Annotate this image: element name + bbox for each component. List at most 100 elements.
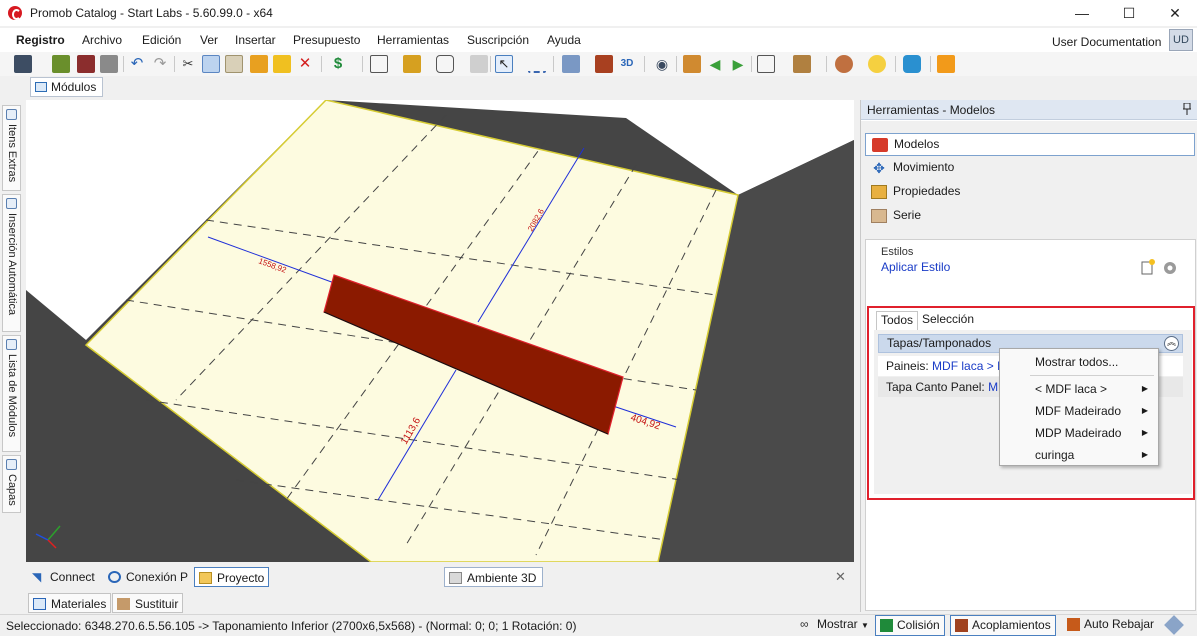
- chat-icon[interactable]: [903, 55, 921, 73]
- menu-item-label: < MDF laca >: [1035, 382, 1108, 396]
- menu-ver[interactable]: Ver: [200, 33, 218, 47]
- menu-item-mdp-madeirado[interactable]: MDP Madeirado ▶: [1000, 422, 1158, 444]
- light-icon[interactable]: [868, 55, 886, 73]
- tab-ambiente-3d-label: Ambiente 3D: [467, 571, 537, 585]
- auto-rebajar-toggle[interactable]: Auto Rebajar: [1063, 615, 1154, 636]
- acoplamientos-label: Acoplamientos: [972, 618, 1051, 632]
- menu-suscripcion[interactable]: Suscripción: [467, 33, 529, 47]
- window-title: Promob Catalog - Start Labs - 5.60.99.0 …: [30, 6, 273, 20]
- acoplamientos-toggle[interactable]: Acoplamientos: [950, 615, 1056, 636]
- chevron-up-icon[interactable]: ︽: [1164, 336, 1179, 351]
- maximize-button[interactable]: ☐: [1106, 0, 1152, 26]
- layout-icon[interactable]: [370, 55, 388, 73]
- group-icon[interactable]: [403, 55, 421, 73]
- globe-icon: [108, 571, 121, 583]
- tab-conexion-p[interactable]: Conexión P: [104, 567, 188, 587]
- shape-icon[interactable]: [436, 55, 454, 73]
- hammer-icon[interactable]: [250, 55, 268, 73]
- redo-icon[interactable]: ↷: [151, 55, 169, 73]
- arrow-right-icon[interactable]: ▶: [729, 55, 747, 73]
- tab-proyecto[interactable]: Proyecto: [194, 567, 270, 587]
- tab-conexion-p-label: Conexión P: [126, 570, 189, 584]
- menu-presupuesto[interactable]: Presupuesto: [293, 33, 360, 47]
- tab-connect[interactable]: ◥ Connect: [28, 567, 95, 587]
- menu-archivo[interactable]: Archivo: [82, 33, 122, 47]
- nav-movimiento[interactable]: ✥ Movimiento: [865, 157, 1195, 180]
- paint-icon[interactable]: [273, 55, 291, 73]
- nav-propiedades-label: Propiedades: [893, 184, 961, 198]
- delete-icon[interactable]: ✕: [296, 55, 314, 73]
- close-window-button[interactable]: ✕: [1152, 0, 1197, 26]
- menu-herramientas[interactable]: Herramientas: [377, 33, 449, 47]
- layers-icon[interactable]: [562, 55, 580, 73]
- brush-icon[interactable]: [1164, 615, 1184, 635]
- toolbar-separator: [826, 56, 827, 72]
- tab-ambiente-3d[interactable]: Ambiente 3D: [444, 567, 544, 587]
- new-style-icon[interactable]: [1140, 259, 1155, 275]
- menu-ayuda[interactable]: Ayuda: [547, 33, 581, 47]
- avatar[interactable]: UD: [1169, 29, 1193, 51]
- panel-header: Herramientas - Modelos: [861, 100, 1197, 120]
- property-label: Paineis:: [886, 359, 929, 373]
- tab-sustituir[interactable]: Sustituir: [112, 593, 184, 613]
- menu-item-mostrar-todos[interactable]: Mostrar todos...: [1000, 351, 1158, 373]
- nav-propiedades[interactable]: Propiedades: [865, 181, 1195, 204]
- colision-label: Colisión: [897, 618, 940, 632]
- tab-lista-de-modulos[interactable]: Lista de Módulos: [2, 335, 21, 452]
- user-documentation-link[interactable]: User Documentation: [1052, 35, 1161, 49]
- gear-icon[interactable]: [1162, 260, 1178, 276]
- copy-icon[interactable]: [202, 55, 220, 73]
- tab-sustituir-label: Sustituir: [135, 597, 179, 611]
- toolbar-separator: [174, 56, 175, 72]
- tool-icon[interactable]: [835, 55, 853, 73]
- tab-connect-label: Connect: [50, 570, 95, 584]
- module-icon[interactable]: [683, 55, 701, 73]
- menu-item-mdf-laca[interactable]: < MDF laca > ▶: [1000, 378, 1158, 400]
- mostrar-dropdown[interactable]: ∞ Mostrar ▼: [796, 615, 869, 636]
- eye-icon[interactable]: ◉: [653, 55, 671, 73]
- tab-materiales[interactable]: Materiales: [28, 593, 112, 613]
- colision-toggle[interactable]: Colisión: [875, 615, 945, 636]
- user-icon[interactable]: [937, 55, 955, 73]
- print-preview-icon[interactable]: [77, 55, 95, 73]
- cut-icon[interactable]: ✂: [179, 55, 197, 73]
- 3d-icon[interactable]: 3D: [618, 55, 636, 73]
- auto-lower-icon: [1067, 618, 1080, 631]
- tab-seleccion[interactable]: Selección: [918, 311, 978, 330]
- disabled-tool-icon[interactable]: [470, 55, 488, 73]
- save-icon[interactable]: [14, 55, 32, 73]
- tab-insercion-automatica[interactable]: Inserción Automática: [2, 194, 21, 332]
- pin-icon[interactable]: [1183, 103, 1191, 115]
- minimize-button[interactable]: —: [1059, 0, 1105, 26]
- menu-insertar[interactable]: Insertar: [235, 33, 276, 47]
- menu-registro[interactable]: Registro: [16, 33, 65, 47]
- 3d-viewport[interactable]: 1558,92 2082,6 1113,6 404,92: [26, 100, 854, 562]
- menu-item-curinga[interactable]: curinga ▶: [1000, 444, 1158, 466]
- arrow-left-icon[interactable]: ◀: [706, 55, 724, 73]
- paste-icon[interactable]: [225, 55, 243, 73]
- ruler-icon[interactable]: [595, 55, 613, 73]
- box-icon[interactable]: [793, 55, 811, 73]
- undo-icon[interactable]: ↶: [128, 55, 146, 73]
- nav-modelos[interactable]: Modelos: [865, 133, 1195, 156]
- tab-modulos[interactable]: Módulos: [30, 77, 104, 97]
- pointer-icon[interactable]: ↖: [495, 55, 513, 73]
- menu-item-mdf-madeirado[interactable]: MDF Madeirado ▶: [1000, 400, 1158, 422]
- tab-capas[interactable]: Capas: [2, 455, 21, 513]
- tab-todos[interactable]: Todos: [876, 311, 919, 330]
- move-icon: ✥: [873, 160, 885, 176]
- mostrar-label: Mostrar: [817, 617, 858, 631]
- printer-icon[interactable]: [100, 55, 118, 73]
- toolbar-separator: [123, 56, 124, 72]
- paperclip-icon: [6, 109, 17, 120]
- budget-icon[interactable]: $: [329, 55, 347, 73]
- aplicar-estilo-link[interactable]: Aplicar Estilo: [881, 260, 950, 274]
- close-icon[interactable]: ✕: [835, 569, 846, 585]
- tab-itens-extras[interactable]: Itens Extras: [2, 105, 21, 191]
- print-icon[interactable]: [52, 55, 70, 73]
- door-icon[interactable]: [757, 55, 775, 73]
- nav-serie[interactable]: Serie: [865, 205, 1195, 228]
- chevron-right-icon: ▶: [1141, 428, 1148, 437]
- measure-icon[interactable]: [528, 55, 546, 73]
- menu-edicion[interactable]: Edición: [142, 33, 181, 47]
